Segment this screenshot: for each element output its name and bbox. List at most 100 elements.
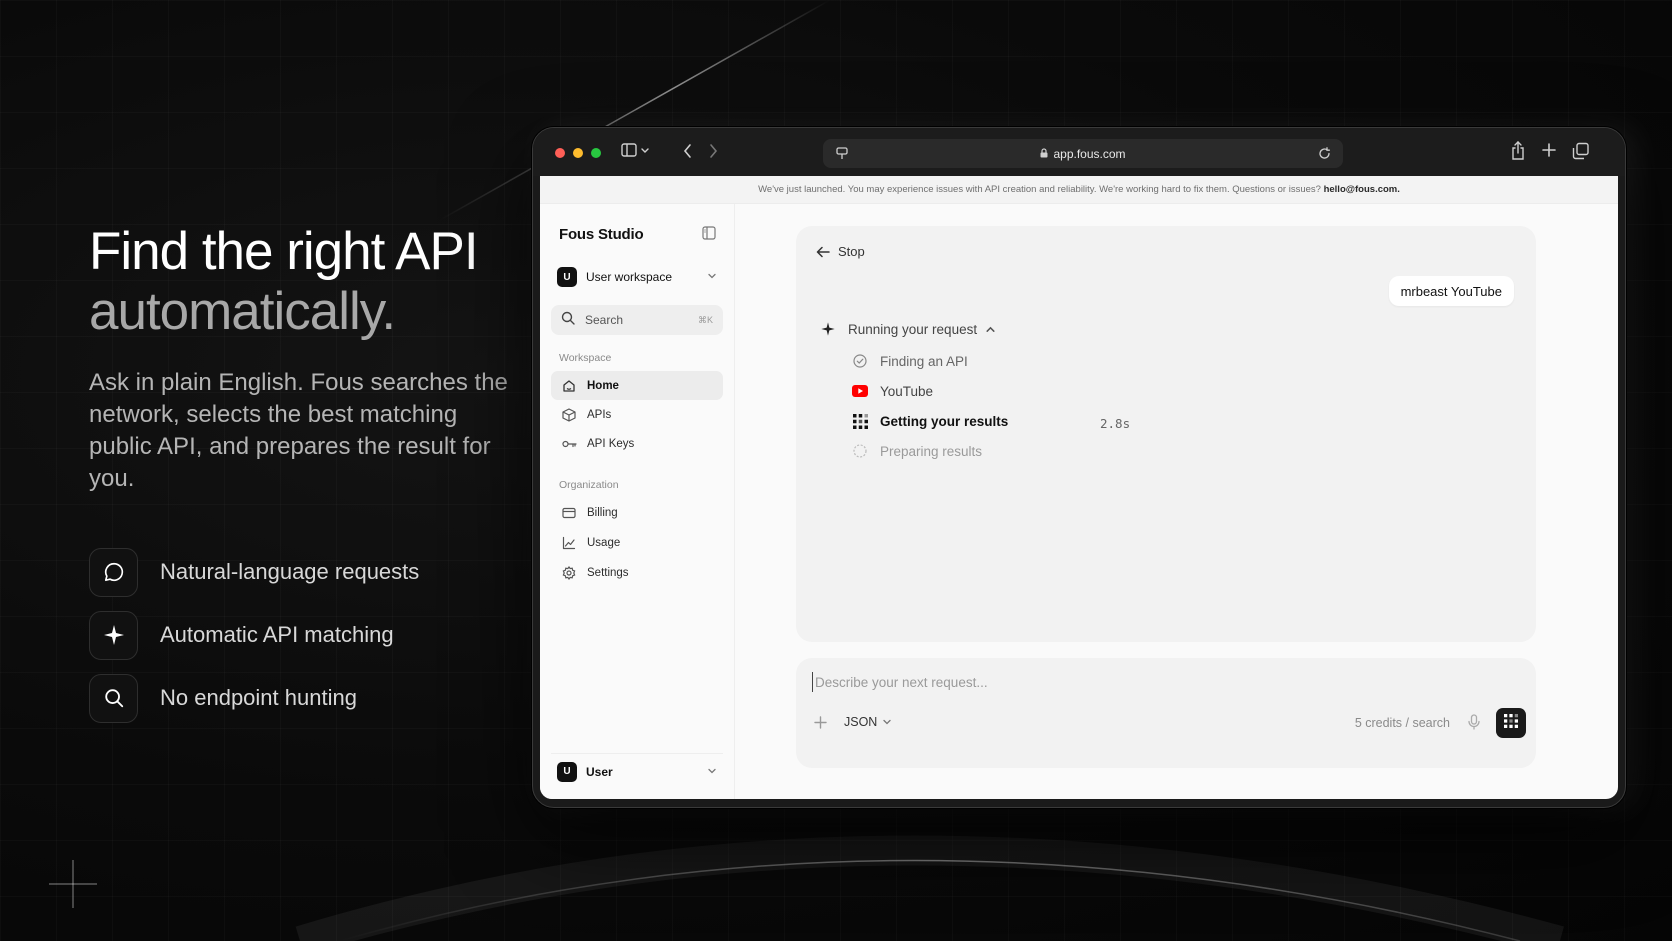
request-input[interactable] xyxy=(812,672,1512,692)
search-icon xyxy=(89,673,138,723)
home-icon xyxy=(561,379,577,393)
workspace-switcher[interactable]: U User workspace xyxy=(551,262,723,292)
run-status-toggle[interactable]: Running your request xyxy=(820,321,996,337)
reader-icon[interactable] xyxy=(835,147,849,163)
step-finding-api: Finding an API xyxy=(852,351,968,371)
chevron-down-icon xyxy=(707,268,717,286)
gear-icon xyxy=(561,565,577,580)
sidebar-item-label: Billing xyxy=(587,506,618,519)
pending-circle-icon xyxy=(852,443,868,459)
sidebar-item-label: Settings xyxy=(587,566,629,579)
search-shortcut: ⌘K xyxy=(697,314,713,325)
attach-plus-icon[interactable] xyxy=(814,716,827,729)
submit-button[interactable] xyxy=(1496,708,1526,738)
feature-label: Natural-language requests xyxy=(160,559,420,584)
feature-label: No endpoint hunting xyxy=(160,685,357,710)
request-composer: JSON 5 credits / search xyxy=(796,658,1536,768)
hero-title-line2: automatically. xyxy=(89,282,396,341)
search-icon xyxy=(561,311,575,330)
forward-icon[interactable] xyxy=(706,142,720,160)
sidebar-item-billing[interactable]: Billing xyxy=(551,498,723,527)
youtube-icon xyxy=(852,383,868,399)
user-label: User xyxy=(586,764,613,779)
stop-button[interactable]: Stop xyxy=(816,244,865,259)
search-placeholder: Search xyxy=(585,313,624,327)
hero-title-line1: Find the right API xyxy=(89,222,479,281)
reload-icon[interactable] xyxy=(1318,147,1331,163)
output-format-value: JSON xyxy=(844,715,878,729)
sidebar-item-api-keys[interactable]: API Keys xyxy=(551,429,723,458)
step-label: Finding an API xyxy=(880,353,968,369)
url-text: app.fous.com xyxy=(1053,146,1126,161)
tab-overview-icon[interactable] xyxy=(1572,142,1590,160)
sidebar-item-home[interactable]: Home xyxy=(551,371,723,400)
sidebar-item-usage[interactable]: Usage xyxy=(551,528,723,557)
step-preparing-results: Preparing results xyxy=(852,441,982,461)
loading-grid-icon xyxy=(852,413,868,429)
user-menu[interactable]: U User xyxy=(551,753,723,789)
banner-text: We've just launched. You may experience … xyxy=(758,184,1324,195)
step-getting-results: Getting your results xyxy=(852,411,1008,431)
step-label: YouTube xyxy=(880,383,934,399)
sidebar-item-settings[interactable]: Settings xyxy=(551,558,723,587)
chat-bubble-icon xyxy=(89,547,138,597)
workspace-avatar: U xyxy=(557,267,577,287)
launch-banner: We've just launched. You may experience … xyxy=(540,176,1618,204)
maximize-window-button[interactable] xyxy=(591,148,601,158)
hero-description: Ask in plain English. Fous searches the … xyxy=(89,369,508,492)
feature-item: No endpoint hunting xyxy=(89,673,509,723)
feature-label: Automatic API matching xyxy=(160,622,394,647)
sidebar-item-apis[interactable]: APIs xyxy=(551,400,723,429)
address-bar[interactable]: app.fous.com xyxy=(823,139,1343,168)
sidebar-toggle-icon[interactable] xyxy=(621,142,651,160)
microphone-icon[interactable] xyxy=(1468,714,1480,730)
chevron-down-icon xyxy=(707,763,717,781)
workspace-label: User workspace xyxy=(586,270,673,284)
run-title: Running your request xyxy=(848,321,978,337)
close-window-button[interactable] xyxy=(555,148,565,158)
feature-item: Automatic API matching xyxy=(89,610,509,660)
card-icon xyxy=(561,507,577,519)
lock-icon xyxy=(1040,147,1048,161)
sparkle-icon xyxy=(820,321,836,337)
step-label: Getting your results xyxy=(880,413,1009,429)
browser-titlebar: app.fous.com xyxy=(533,128,1625,176)
chevron-up-icon xyxy=(985,324,996,335)
sidebar-search[interactable]: Search ⌘K xyxy=(551,305,723,335)
minimize-window-button[interactable] xyxy=(573,148,583,158)
sidebar-item-label: APIs xyxy=(587,408,612,421)
step-label: Preparing results xyxy=(880,443,983,459)
organization-section-label: Organization xyxy=(559,479,619,491)
hero-title: Find the right API automatically. xyxy=(89,222,539,342)
check-circle-icon xyxy=(852,353,868,369)
elapsed-time: 2.8s xyxy=(1100,416,1131,431)
user-message: mrbeast YouTube xyxy=(1388,276,1514,306)
arrow-left-icon xyxy=(816,246,830,258)
cube-icon xyxy=(561,407,577,422)
feature-item: Natural-language requests xyxy=(89,547,509,597)
brand-name: Fous Studio xyxy=(559,226,644,243)
app-page: We've just launched. You may experience … xyxy=(540,176,1618,799)
chevron-down-icon xyxy=(882,717,892,727)
feature-list: Natural-language requests Automatic API … xyxy=(89,547,509,736)
sidebar-item-label: Usage xyxy=(587,536,621,549)
support-email-link[interactable]: hello@fous.com. xyxy=(1324,184,1400,195)
chart-icon xyxy=(561,536,577,550)
browser-window: app.fous.com We've just launched. You ma… xyxy=(532,127,1626,808)
user-avatar: U xyxy=(557,761,577,782)
chat-panel: Stop mrbeast YouTube Running your reques… xyxy=(796,226,1536,642)
loading-grid-icon xyxy=(1504,713,1518,733)
back-icon[interactable] xyxy=(681,142,695,160)
new-tab-icon[interactable] xyxy=(1541,142,1557,158)
sparkle-icon xyxy=(89,610,138,660)
output-format-select[interactable]: JSON xyxy=(844,715,892,729)
share-icon[interactable] xyxy=(1510,141,1526,161)
step-youtube-source: YouTube xyxy=(852,381,933,401)
stop-label: Stop xyxy=(838,244,865,259)
sidebar: Fous Studio U User workspace Search ⌘K W… xyxy=(540,204,735,799)
workspace-section-label: Workspace xyxy=(559,352,612,364)
window-controls xyxy=(555,148,601,158)
sidebar-item-label: Home xyxy=(587,379,619,392)
collapse-sidebar-icon[interactable] xyxy=(702,226,716,245)
sidebar-item-label: API Keys xyxy=(587,437,635,450)
